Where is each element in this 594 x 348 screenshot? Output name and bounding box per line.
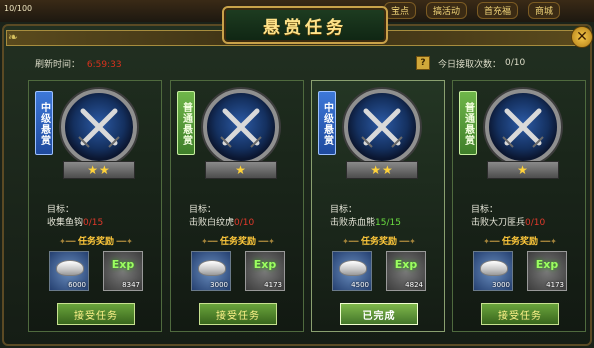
exp-reward[interactable]: Exp 4824	[386, 251, 426, 291]
crossed-swords-emblem-icon	[485, 89, 561, 165]
close-button[interactable]: ✕	[571, 26, 593, 48]
goal-description: 击败白纹虎	[189, 218, 235, 228]
accept-task-button[interactable]: 接受任务	[199, 303, 277, 325]
window-title: 悬赏任务	[263, 17, 347, 38]
accept-task-button[interactable]: 接受任务	[57, 303, 135, 325]
reward-header-label: 任务奖励	[501, 237, 538, 247]
goal-progress: 0/10	[525, 218, 546, 228]
bounty-tier-ribbon: 普通悬赏	[177, 91, 195, 155]
silver-ingot-icon	[339, 260, 367, 276]
bounty-card: 普通悬赏 ★ 目标： 击败大刀匪兵0/10 ✦━━ 任务奖励 ━━✦ 3000 …	[452, 80, 586, 332]
accept-task-button[interactable]: 接受任务	[481, 303, 559, 325]
hud-tabs: 宝点 搞活动 首充福 商城	[383, 2, 560, 19]
exp-icon: Exp	[253, 258, 277, 271]
crossed-swords-emblem-icon	[61, 89, 137, 165]
exp-amount: 8347	[122, 281, 140, 289]
exp-reward[interactable]: Exp 4173	[527, 251, 567, 291]
refresh-label: 刷新时间：	[35, 60, 81, 70]
reward-header: ✦━━ 任务奖励 ━━✦	[342, 237, 416, 247]
exp-amount: 4173	[264, 281, 282, 289]
exp-reward[interactable]: Exp 4173	[245, 251, 285, 291]
reward-header: ✦━━ 任务奖励 ━━✦	[201, 237, 275, 247]
silver-reward[interactable]: 4500	[332, 251, 372, 291]
hud-tab-2[interactable]: 搞活动	[425, 2, 467, 19]
goal-description: 击败大刀匪兵	[471, 218, 526, 228]
silver-amount: 3000	[492, 281, 510, 289]
silver-amount: 6000	[68, 281, 86, 289]
bounty-tier-ribbon: 普通悬赏	[459, 91, 477, 155]
silver-ingot-icon	[198, 260, 226, 276]
silver-reward[interactable]: 3000	[473, 251, 513, 291]
crossed-swords-emblem-icon	[344, 89, 420, 165]
hud-tab-4[interactable]: 商城	[527, 2, 560, 19]
reward-header: ✦━━ 任务奖励 ━━✦	[59, 237, 133, 247]
exp-amount: 4173	[546, 281, 564, 289]
star-rating: ★★	[63, 161, 135, 179]
silver-reward[interactable]: 6000	[49, 251, 89, 291]
exp-icon: Exp	[111, 258, 135, 271]
goal-label: 目标：	[47, 205, 75, 215]
goal-description: 收集鱼钩	[47, 218, 84, 228]
bounty-card: 普通悬赏 ★ 目标： 击败白纹虎0/10 ✦━━ 任务奖励 ━━✦ 3000 E…	[170, 80, 304, 332]
goal-text: 击败大刀匪兵0/10	[471, 215, 545, 228]
completed-button[interactable]: 已完成	[340, 303, 418, 325]
hp-readout: 10/100	[4, 4, 33, 13]
star-rating: ★	[487, 161, 559, 179]
bounty-tier-ribbon: 中级悬赏	[318, 91, 336, 155]
refresh-timer: 刷新时间： 6:59:33	[35, 57, 122, 70]
hud-tab-3[interactable]: 首充福	[476, 2, 518, 19]
bounty-card: 中级悬赏 ★★ 目标： 击败赤血熊15/15 ✦━━ 任务奖励 ━━✦ 4500…	[311, 80, 445, 332]
goal-progress: 0/15	[83, 218, 104, 228]
goal-text: 击败赤血熊15/15	[330, 215, 401, 228]
goal-label: 目标：	[471, 205, 499, 215]
accept-count-value: 0/10	[505, 58, 526, 68]
reward-header-label: 任务奖励	[360, 237, 397, 247]
accept-count-label: 今日接取次数：	[438, 59, 502, 70]
goal-text: 收集鱼钩0/15	[47, 215, 103, 228]
goal-progress: 0/10	[234, 218, 255, 228]
exp-amount: 4824	[405, 281, 423, 289]
close-icon: ✕	[576, 29, 588, 45]
reward-header-label: 任务奖励	[77, 237, 114, 247]
crossed-swords-emblem-icon	[203, 89, 279, 165]
star-rating: ★★	[346, 161, 418, 179]
hud-tab-1[interactable]: 宝点	[383, 2, 416, 19]
silver-amount: 3000	[210, 281, 228, 289]
silver-ingot-icon	[480, 260, 508, 276]
goal-label: 目标：	[330, 205, 358, 215]
goal-progress: 15/15	[375, 218, 401, 228]
reward-header: ✦━━ 任务奖励 ━━✦	[483, 237, 557, 247]
bounty-tier-ribbon: 中级悬赏	[35, 91, 53, 155]
silver-ingot-icon	[56, 260, 84, 276]
silver-reward[interactable]: 3000	[191, 251, 231, 291]
daily-accept-count: ? 今日接取次数： 0/10	[416, 56, 525, 70]
goal-text: 击败白纹虎0/10	[189, 215, 254, 228]
exp-icon: Exp	[535, 258, 559, 271]
window-title-plaque: 悬赏任务	[222, 6, 388, 44]
leaf-ornament-icon: ❧	[8, 30, 19, 44]
reward-header-label: 任务奖励	[219, 237, 256, 247]
refresh-time: 6:59:33	[86, 60, 122, 70]
exp-icon: Exp	[394, 258, 418, 271]
goal-label: 目标：	[189, 205, 217, 215]
star-rating: ★	[205, 161, 277, 179]
help-icon[interactable]: ?	[416, 56, 430, 70]
bounty-card: 中级悬赏 ★★ 目标： 收集鱼钩0/15 ✦━━ 任务奖励 ━━✦ 6000 E…	[28, 80, 162, 332]
exp-reward[interactable]: Exp 8347	[103, 251, 143, 291]
goal-description: 击败赤血熊	[330, 218, 376, 228]
silver-amount: 4500	[351, 281, 369, 289]
